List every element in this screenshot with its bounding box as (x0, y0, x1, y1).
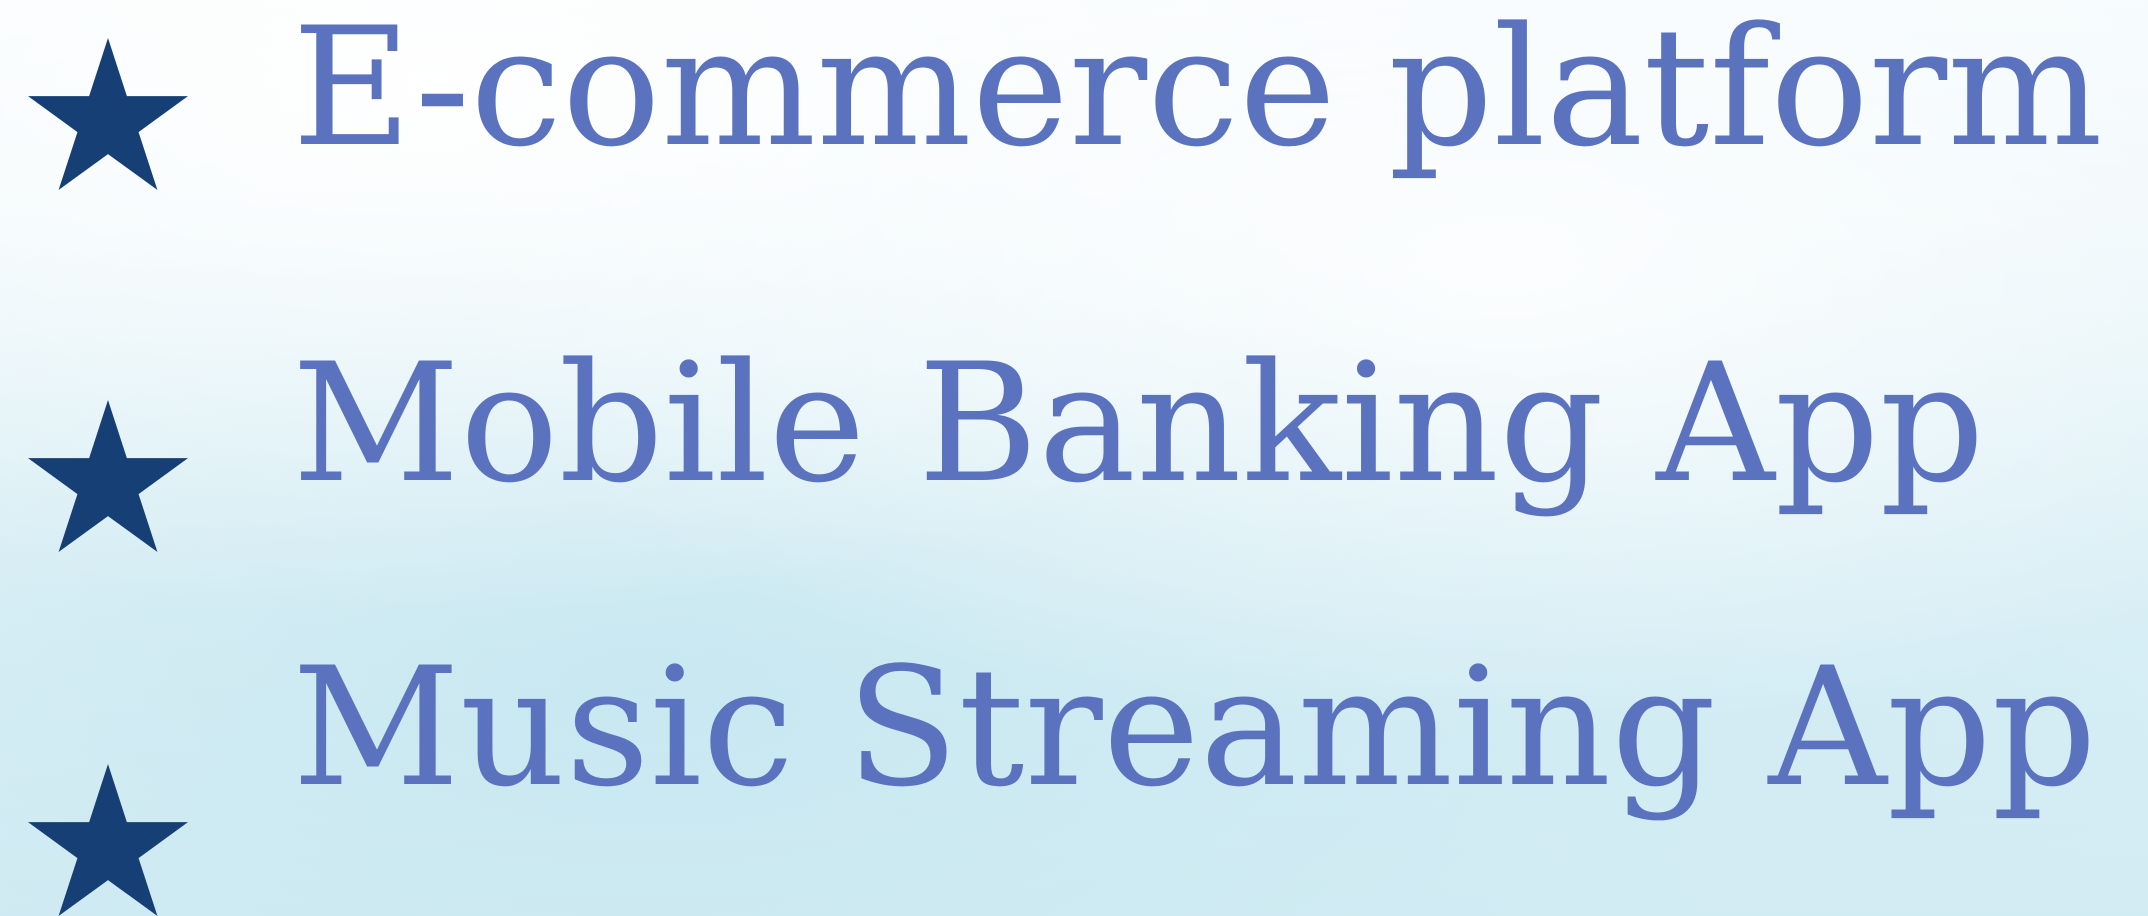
bullet-text: Music Streaming App (292, 632, 2097, 823)
star-icon (28, 764, 188, 916)
star-icon (28, 400, 188, 552)
bullet-text: Mobile Banking App (292, 328, 1985, 519)
bullet-list: E-commerce platform Mobile Banking App M… (0, 0, 2148, 916)
bullet-item-music-streaming: Music Streaming App (0, 0, 2148, 916)
